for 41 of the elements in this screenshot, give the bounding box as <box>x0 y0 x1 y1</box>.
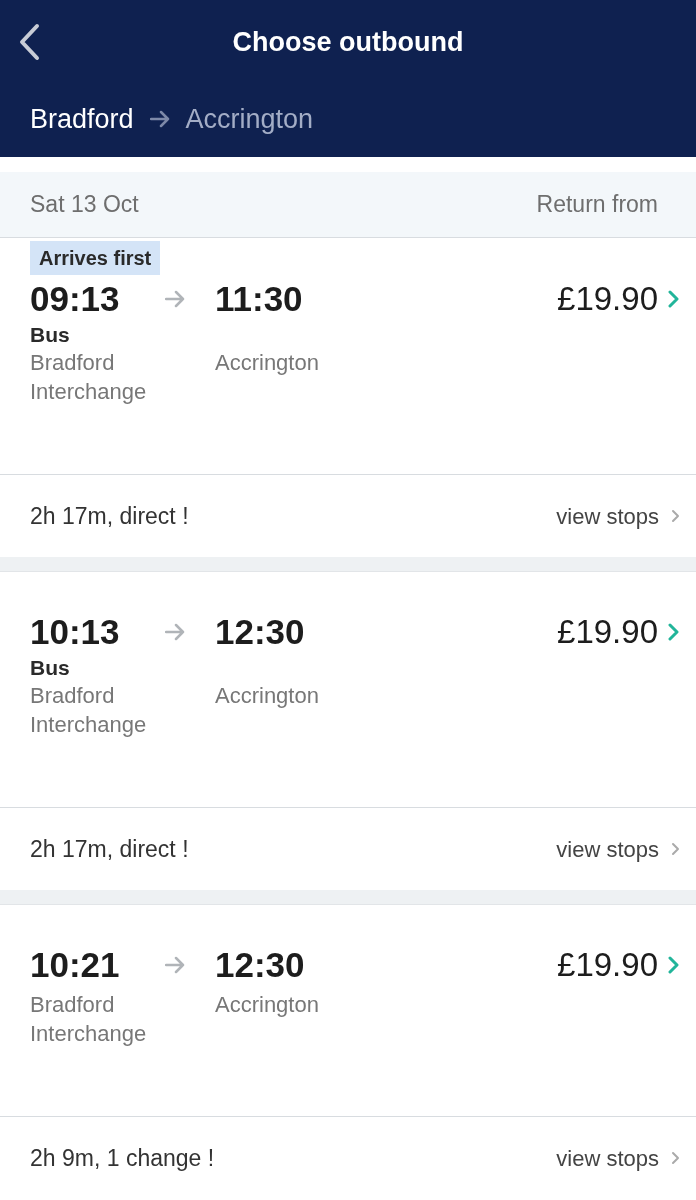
journey-summary: 2h 9m, 1 change ! <box>30 1143 215 1173</box>
travel-date: Sat 13 Oct <box>30 190 139 220</box>
arrow-right-icon <box>149 110 170 128</box>
return-from-button[interactable]: Return from <box>536 187 658 222</box>
chevron-right-icon <box>668 956 680 974</box>
arrival-time: 12:30 <box>215 612 306 652</box>
journey-summary: 2h 17m, direct ! <box>30 501 189 531</box>
journey-summary: 2h 17m, direct ! <box>30 834 189 864</box>
arrival-time: 12:30 <box>215 945 306 985</box>
origin-city: Bradford <box>30 102 134 136</box>
transport-mode: Bus <box>30 655 71 681</box>
chevron-right-icon <box>671 1151 680 1165</box>
view-stops-link[interactable]: view stops <box>556 499 680 533</box>
destination-city: Accrington <box>185 102 314 136</box>
chevron-right-icon <box>671 509 680 523</box>
chevron-right-icon <box>668 290 680 308</box>
price: £19.90 <box>557 612 658 653</box>
arrow-right-icon <box>165 956 185 974</box>
arrival-station: Accrington <box>215 682 320 710</box>
price: £19.90 <box>557 279 658 320</box>
arrives-first-badge: Arrives first <box>30 241 161 275</box>
chevron-right-icon <box>671 842 680 856</box>
departure-time: 10:13 <box>30 612 121 652</box>
arrival-station: Accrington <box>215 349 320 377</box>
departure-station: Bradford Interchange <box>30 991 148 1048</box>
transport-mode: Bus <box>30 322 71 348</box>
arrow-right-icon <box>165 290 185 308</box>
view-stops-link[interactable]: view stops <box>556 1141 680 1175</box>
arrival-station: Accrington <box>215 991 320 1019</box>
departure-station: Bradford Interchange <box>30 349 148 406</box>
departure-time: 09:13 <box>30 279 121 319</box>
chevron-right-icon <box>668 623 680 641</box>
back-icon <box>17 23 41 61</box>
departure-time: 10:21 <box>30 945 121 985</box>
departure-station: Bradford Interchange <box>30 682 148 739</box>
arrival-time: 11:30 <box>215 279 304 319</box>
view-stops-link[interactable]: view stops <box>556 832 680 866</box>
price: £19.90 <box>557 945 658 986</box>
arrow-right-icon <box>165 623 185 641</box>
screen-title: Choose outbound <box>232 25 464 59</box>
journey-card[interactable]: Arrives first 09:13 Bus Bradford Interchange 11:30 Accrington £19.90 <box>0 238 696 475</box>
